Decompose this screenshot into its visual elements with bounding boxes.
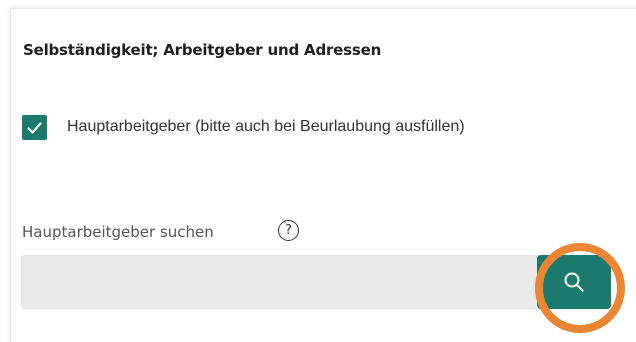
help-icon[interactable]: ?: [278, 220, 299, 241]
check-icon: [27, 121, 42, 134]
section-title: Selbständigkeit; Arbeitgeber und Adresse…: [23, 41, 382, 59]
search-icon: [564, 272, 584, 292]
checkbox-label: Hauptarbeitgeber (bitte auch bei Beurlau…: [67, 118, 465, 135]
search-button[interactable]: [537, 255, 611, 309]
employer-search-input[interactable]: [21, 255, 611, 309]
search-field-label: Hauptarbeitgeber suchen: [22, 223, 214, 241]
hauptarbeitgeber-checkbox[interactable]: [22, 115, 47, 140]
